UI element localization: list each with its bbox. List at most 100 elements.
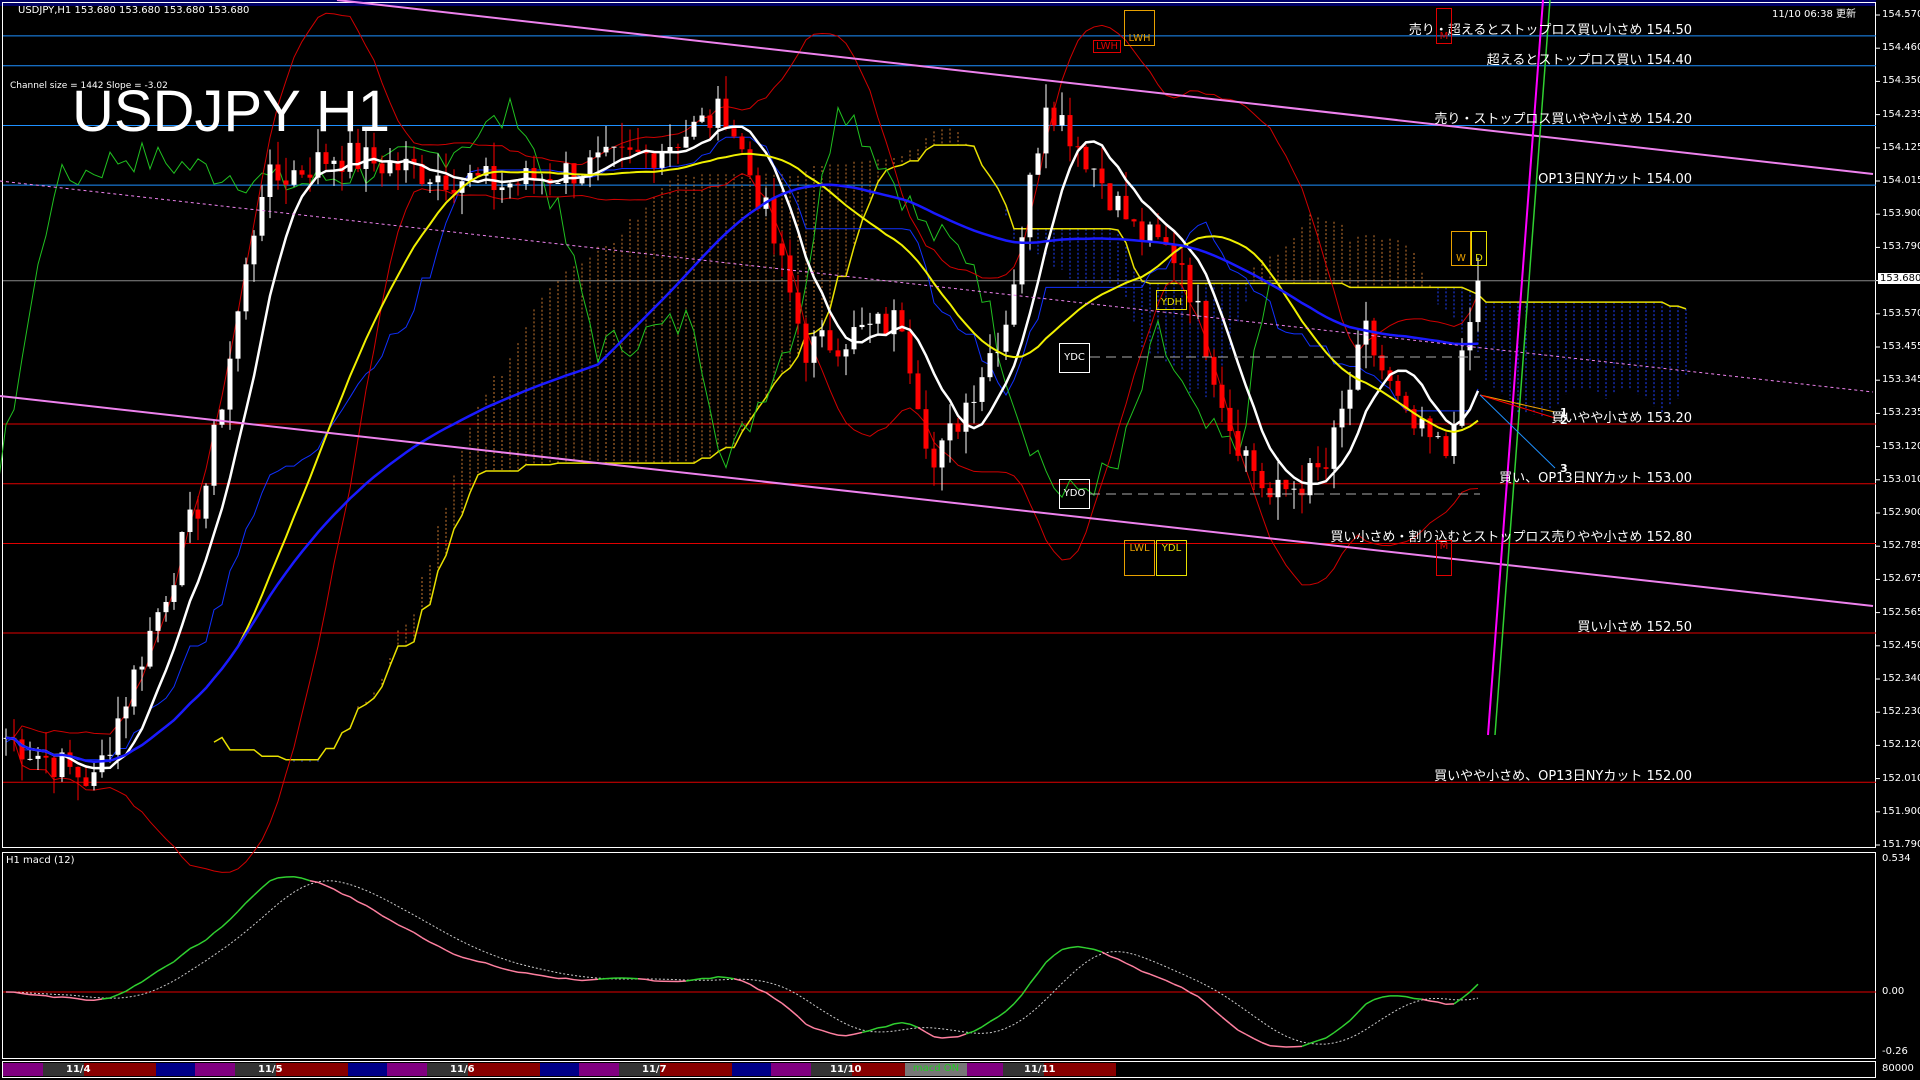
candle-body [923, 409, 929, 449]
price-axis-label: 153.010 [1882, 473, 1920, 485]
macd-line-segment [189, 944, 199, 950]
macd-line-segment [565, 977, 575, 981]
candle-body [283, 180, 289, 185]
price-axis-label: 152.785 [1882, 540, 1920, 552]
candle-body [243, 264, 249, 312]
macd-line-segment [941, 1036, 951, 1039]
candle-body [227, 358, 233, 410]
macd-line-segment [21, 992, 31, 996]
macd-line-segment [1069, 945, 1079, 949]
macd-line-segment [533, 973, 543, 977]
macd-line-segment [1029, 972, 1039, 984]
candle-body [1251, 450, 1257, 471]
candle-body [619, 146, 625, 148]
candle-body [147, 630, 153, 667]
macd-line-segment [453, 953, 463, 958]
macd-line-segment [349, 896, 359, 903]
ydl-marker: YDL [1156, 540, 1187, 576]
macd-line-segment [413, 931, 423, 939]
fib-line-1 [1479, 394, 1556, 413]
macd-line-segment [237, 902, 247, 912]
macd-line-segment [253, 887, 263, 896]
candle-body [1099, 168, 1105, 184]
candle-body [27, 758, 33, 760]
candle-body [1035, 153, 1041, 175]
macd-line-segment [205, 932, 215, 941]
candle-body [507, 183, 513, 188]
candle-body [803, 323, 809, 363]
macd-line-segment [1357, 1003, 1367, 1013]
price-axis-label: 152.450 [1882, 639, 1920, 651]
macd-toggle-button[interactable]: macd ON [905, 1063, 967, 1076]
session-segment [84, 1063, 156, 1076]
macd-line-segment [261, 880, 271, 889]
level-label: 買い小さめ 152.50 [1577, 620, 1692, 636]
candle-body [307, 174, 313, 178]
candle-body [707, 115, 713, 128]
candle-body [75, 766, 81, 778]
lwl-marker: LWL [1124, 540, 1155, 576]
candle-body [915, 373, 921, 410]
macd-line-segment [541, 974, 551, 978]
session-segment [3, 1063, 43, 1076]
price-axis-label: 151.900 [1882, 805, 1920, 817]
candle-body [1379, 355, 1385, 371]
date-label: 11/5 [258, 1064, 283, 1075]
macd-line-segment [813, 1027, 823, 1032]
macd-line-segment [909, 1023, 919, 1029]
candle-body [859, 324, 865, 328]
macd-line-segment [1429, 1000, 1439, 1003]
candle-body [195, 509, 201, 519]
candle-body [611, 146, 617, 148]
candle-body [1259, 470, 1265, 489]
candle-body [771, 197, 777, 244]
candle-body [1059, 115, 1065, 126]
candle-body [1043, 107, 1049, 154]
macd-line-segment [1437, 1001, 1447, 1006]
macd-line-segment [1317, 1037, 1327, 1042]
macd-line-segment [501, 967, 511, 972]
candle-body [1019, 237, 1025, 285]
candle-body [323, 152, 329, 164]
candle-body [523, 168, 529, 185]
candle-body [291, 170, 297, 185]
candle-body [1083, 146, 1089, 170]
macd-line-segment [1261, 1041, 1271, 1047]
candle-body [275, 164, 281, 181]
macd-line-segment [525, 972, 535, 976]
macd-line-segment [709, 975, 719, 980]
macd-line-segment [1301, 1042, 1311, 1048]
macd-line-segment [1005, 1003, 1015, 1012]
candle-body [1235, 431, 1241, 456]
candle-body [35, 755, 41, 759]
candle-body [1243, 450, 1249, 456]
candle-body [1323, 467, 1329, 469]
macd-line-segment [1365, 998, 1375, 1005]
macd-line-segment [61, 996, 71, 999]
lwh-red-marker: LWH [1093, 40, 1122, 53]
macd-line-segment [1021, 982, 1031, 996]
candle-body [755, 175, 761, 209]
macd-line-segment [1213, 1009, 1223, 1018]
macd-line-segment [645, 978, 655, 982]
session-segment [771, 1063, 811, 1076]
candle-body [1147, 224, 1153, 241]
ydo-marker: YDO [1059, 479, 1090, 509]
session-segment [732, 1063, 771, 1076]
price-axis-label: 151.790 [1882, 839, 1920, 850]
price-axis-label: 154.235 [1882, 108, 1920, 120]
price-axis-label: 152.900 [1882, 507, 1920, 518]
macd-line-segment [861, 1029, 871, 1034]
candle-body [739, 136, 745, 150]
macd-line-segment [109, 993, 119, 999]
macd-line-segment [1101, 951, 1111, 957]
candle-body [347, 142, 353, 172]
macd-line-segment [837, 1034, 847, 1037]
macd-line-segment [1157, 976, 1167, 982]
macd-line-segment [317, 881, 327, 887]
macd-line-segment [1013, 994, 1023, 1005]
macd-line-segment [597, 977, 607, 981]
price-axis-label: 154.570 [1882, 9, 1920, 20]
candle-body [1123, 195, 1129, 220]
macd-line-segment [1333, 1026, 1343, 1034]
